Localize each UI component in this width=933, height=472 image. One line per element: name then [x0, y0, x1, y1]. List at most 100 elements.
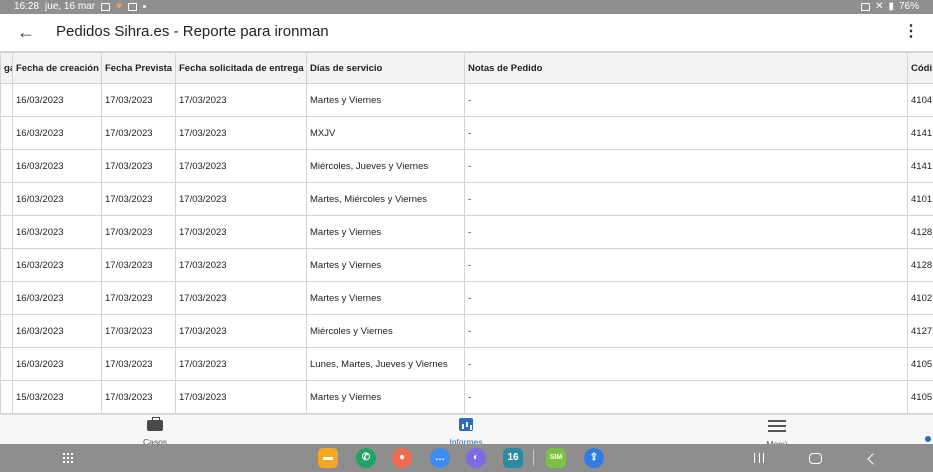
table-cell: 17/03/2023 — [175, 248, 307, 282]
column-header[interactable]: ga — [0, 52, 13, 84]
calendar-icon[interactable]: 16 — [503, 448, 523, 468]
share-app-icon[interactable]: ⇪ — [584, 448, 604, 468]
table-row[interactable]: 16/03/2023 17/03/2023 17/03/2023 Martes,… — [0, 182, 933, 216]
messages-icon[interactable]: … — [430, 448, 450, 468]
table-row[interactable]: 16/03/2023 17/03/2023 17/03/2023 Miércol… — [0, 149, 933, 183]
table-cell: 15/03/2023 — [12, 380, 102, 414]
contacts-icon[interactable]: ● — [392, 448, 412, 468]
table-cell — [0, 149, 13, 183]
table-cell — [0, 281, 13, 315]
more-options-icon[interactable]: ⋮ — [903, 22, 919, 44]
table-cell: 17/03/2023 — [101, 380, 176, 414]
table-cell — [0, 215, 13, 249]
table-cell: 16/03/2023 — [12, 314, 102, 348]
heart-notification-icon: ♥ — [116, 0, 122, 12]
table-cell — [0, 116, 13, 150]
table-cell: 17/03/2023 — [101, 149, 176, 183]
table-row[interactable]: 16/03/2023 17/03/2023 17/03/2023 Martes … — [0, 215, 933, 249]
table-cell: 16/03/2023 — [12, 182, 102, 216]
table-row[interactable]: 16/03/2023 17/03/2023 17/03/2023 Martes … — [0, 281, 933, 315]
table-cell: - — [464, 281, 908, 315]
table-cell: 4104 — [907, 83, 933, 117]
nav-item-casos[interactable]: Casos — [95, 417, 215, 447]
nav-item-menu[interactable]: Menú — [717, 417, 837, 449]
column-header-codigo[interactable]: Códi — [907, 52, 933, 84]
briefcase-status-icon — [861, 2, 871, 11]
orders-report-table[interactable]: ga Fecha de creación Fecha Prevista Fech… — [0, 52, 933, 414]
table-cell: 16/03/2023 — [12, 215, 102, 249]
table-row[interactable]: 16/03/2023 17/03/2023 17/03/2023 MXJV - … — [0, 116, 933, 150]
table-cell: Martes y Viernes — [306, 83, 465, 117]
table-cell: 17/03/2023 — [101, 347, 176, 381]
table-cell: - — [464, 248, 908, 282]
sim-app-icon[interactable]: SIM — [546, 448, 566, 468]
table-cell — [0, 347, 13, 381]
table-cell: 4141 — [907, 149, 933, 183]
table-row[interactable]: 16/03/2023 17/03/2023 17/03/2023 Miércol… — [0, 314, 933, 348]
column-header-dias-servicio[interactable]: Días de servicio — [306, 52, 465, 84]
table-cell: Martes y Viernes — [306, 215, 465, 249]
phone-icon[interactable]: ✆ — [356, 448, 376, 468]
table-cell: - — [464, 215, 908, 249]
scroll-indicator-dot — [925, 436, 931, 442]
table-row[interactable]: 15/03/2023 17/03/2023 17/03/2023 Martes … — [0, 380, 933, 414]
table-cell: - — [464, 149, 908, 183]
apps-grid-icon[interactable] — [57, 448, 79, 468]
table-cell: 17/03/2023 — [101, 281, 176, 315]
table-cell: 17/03/2023 — [175, 215, 307, 249]
table-cell: 4127 — [907, 314, 933, 348]
table-cell: 16/03/2023 — [12, 116, 102, 150]
table-cell: 17/03/2023 — [175, 116, 307, 150]
table-cell: 17/03/2023 — [175, 380, 307, 414]
table-cell: 16/03/2023 — [12, 347, 102, 381]
table-row[interactable]: 16/03/2023 17/03/2023 17/03/2023 Lunes, … — [0, 347, 933, 381]
table-cell: - — [464, 314, 908, 348]
table-cell: 4128 — [907, 215, 933, 249]
back-arrow-icon[interactable]: ← — [14, 22, 38, 44]
sim-app-label: SIM — [549, 454, 563, 461]
column-header-fecha-creacion[interactable]: Fecha de creación — [12, 52, 102, 84]
column-header-fecha-prevista[interactable]: Fecha Prevista — [101, 52, 176, 84]
table-cell — [0, 182, 13, 216]
table-header-row: ga Fecha de creación Fecha Prevista Fech… — [0, 52, 933, 84]
table-cell: 16/03/2023 — [12, 248, 102, 282]
table-cell: 16/03/2023 — [12, 83, 102, 117]
table-cell — [0, 314, 13, 348]
table-cell: 4101 — [907, 182, 933, 216]
table-cell: 17/03/2023 — [101, 182, 176, 216]
recent-apps-button[interactable] — [748, 448, 770, 468]
status-date: jue, 16 mar — [45, 1, 96, 12]
system-back-button[interactable] — [860, 448, 882, 468]
battery-level: 76% — [898, 1, 919, 12]
folder-icon[interactable]: ▬ — [318, 448, 338, 468]
table-cell — [0, 248, 13, 282]
internet-icon[interactable]: ◐ — [466, 448, 486, 468]
table-cell: Martes y Viernes — [306, 380, 465, 414]
image-notification-icon — [101, 2, 111, 11]
mail-notification-icon — [128, 2, 137, 11]
table-cell — [0, 83, 13, 117]
table-cell: Lunes, Martes, Jueves y Viernes — [306, 347, 465, 381]
table-cell: 17/03/2023 — [101, 248, 176, 282]
table-cell: 17/03/2023 — [101, 83, 176, 117]
table-cell: 17/03/2023 — [175, 314, 307, 348]
table-cell: Martes y Viernes — [306, 248, 465, 282]
table-cell: Martes, Miércoles y Viernes — [306, 182, 465, 216]
table-cell: - — [464, 347, 908, 381]
report-icon — [459, 418, 473, 431]
column-header-notas-pedido[interactable]: Notas de Pedido — [464, 52, 908, 84]
system-dock: ▬ ✆ ● … ◐ 16 SIM ⇪ — [0, 444, 933, 472]
table-row[interactable]: 16/03/2023 17/03/2023 17/03/2023 Martes … — [0, 248, 933, 282]
table-cell: Miércoles, Jueves y Viernes — [306, 149, 465, 183]
signal-icon: ▮ — [888, 1, 894, 12]
bottom-navigation: Casos Informes Menú — [0, 414, 933, 449]
home-button[interactable] — [804, 448, 826, 468]
column-header-fecha-solicitada[interactable]: Fecha solicitada de entrega — [175, 52, 307, 84]
nav-item-informes[interactable]: Informes — [406, 417, 526, 447]
table-cell: - — [464, 380, 908, 414]
table-cell: 4141 — [907, 116, 933, 150]
table-cell: 17/03/2023 — [175, 83, 307, 117]
table-row[interactable]: 16/03/2023 17/03/2023 17/03/2023 Martes … — [0, 83, 933, 117]
table-cell: 4102 — [907, 281, 933, 315]
calendar-date: 16 — [507, 452, 519, 463]
